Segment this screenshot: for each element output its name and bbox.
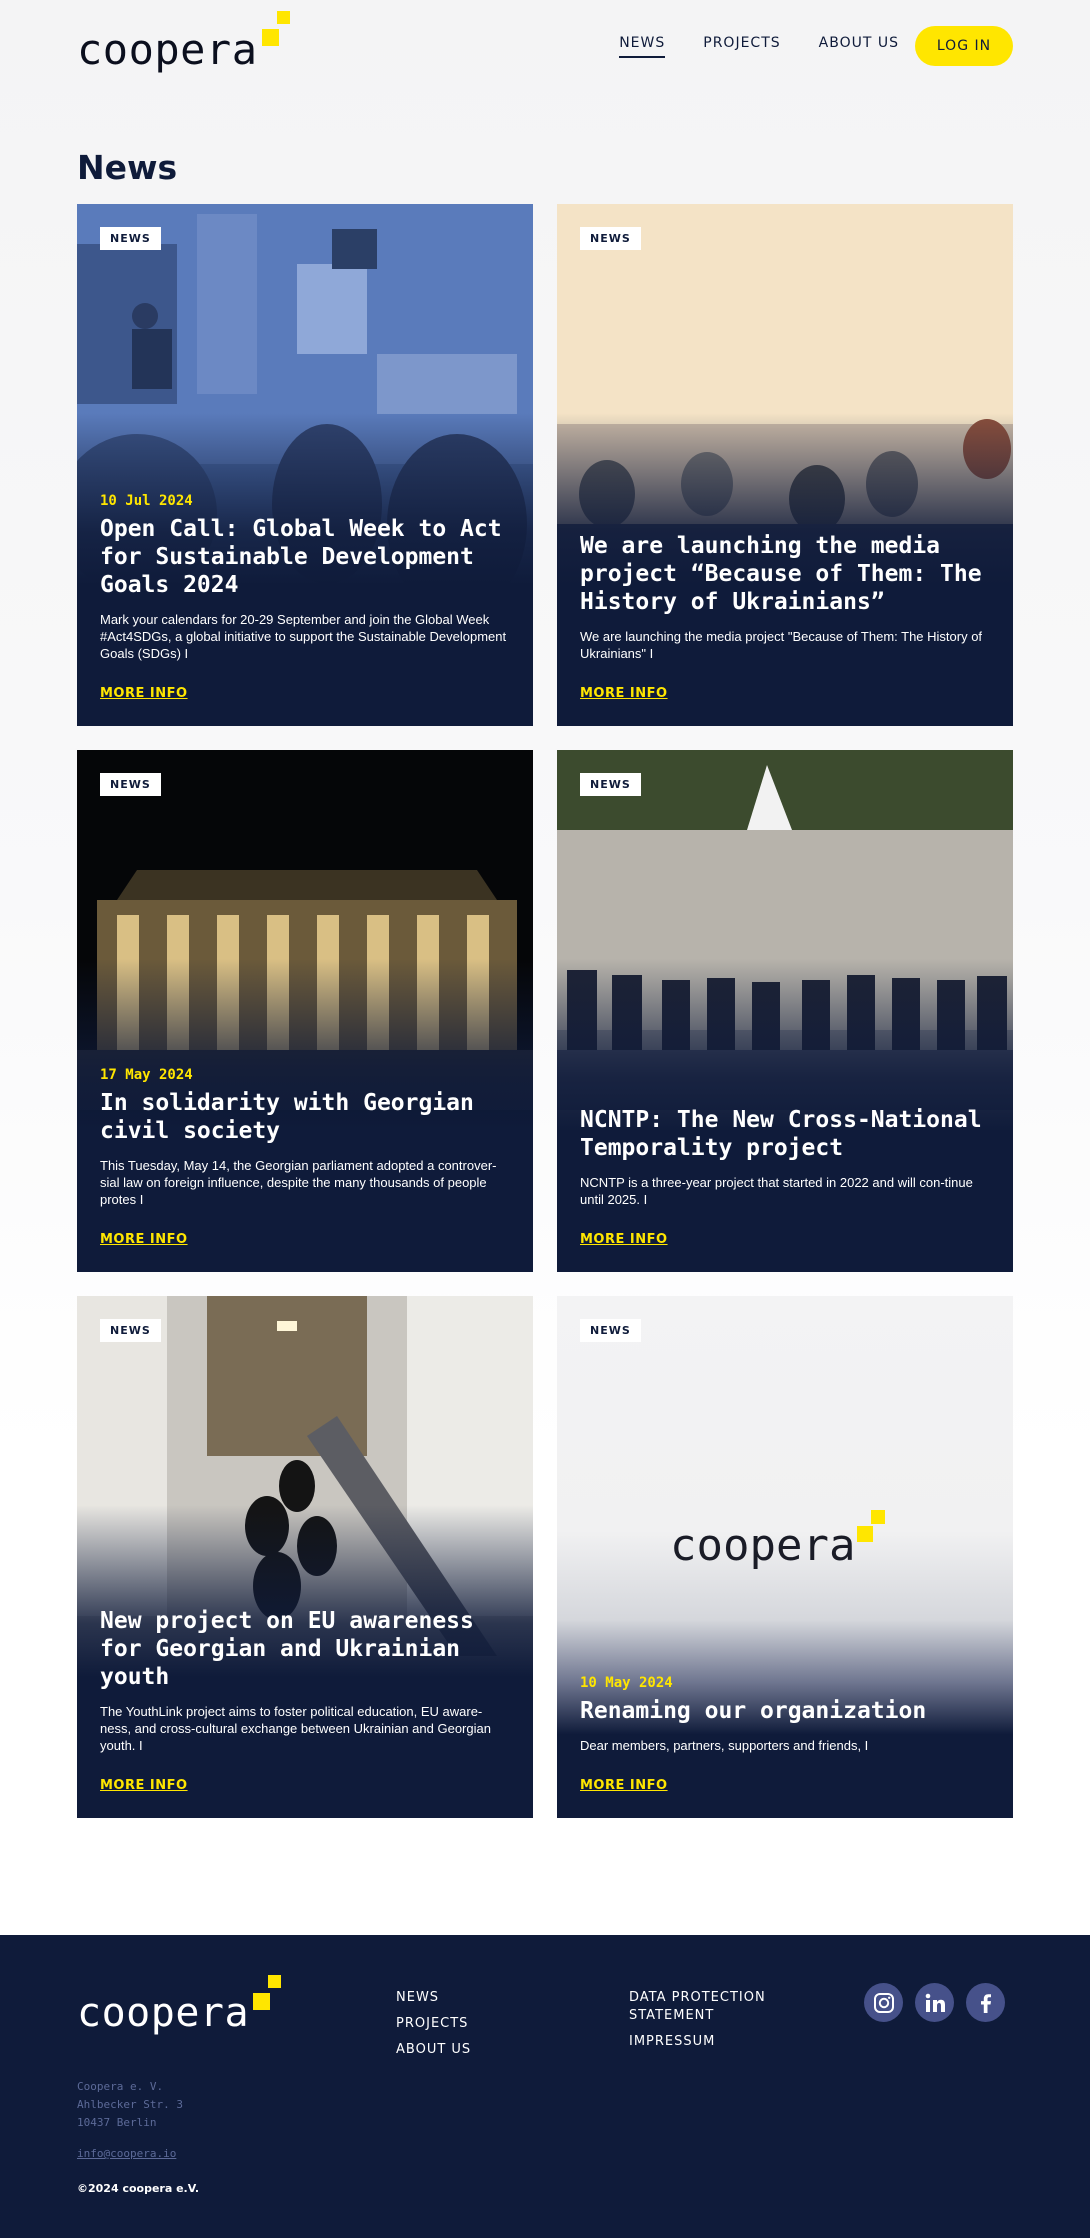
card-excerpt: This Tuesday, May 14, the Georgian parli… xyxy=(100,1158,497,1207)
more-info-link[interactable]: MORE INFO xyxy=(100,686,188,701)
card-excerpt: We are launching the media project "Beca… xyxy=(580,629,983,661)
card-body: We are launching the media project “Beca… xyxy=(580,532,990,702)
image-logo-mark-icon xyxy=(857,1510,891,1558)
news-card[interactable]: NEWS 10 Jul 2024 Open Call: Global Week … xyxy=(77,204,533,726)
card-title: New project on EU awareness for Georgian… xyxy=(100,1608,474,1690)
site-header: coopera NEWS PROJECTS ABOUT US LOG IN xyxy=(77,0,1013,92)
card-body: 10 May 2024 Renaming our organization De… xyxy=(580,1675,990,1794)
news-badge: NEWS xyxy=(100,227,161,250)
site-footer: coopera NEWS PROJECTS ABOUT US DATA PROT… xyxy=(0,1935,1090,2238)
address-line: Ahlbecker Str. 3 xyxy=(77,2098,183,2111)
page-title: News xyxy=(77,148,178,187)
footer-email-link[interactable]: info@coopera.io xyxy=(77,2147,176,2160)
news-card[interactable]: NEWS We are launching the media project … xyxy=(557,204,1013,726)
card-date: 10 Jul 2024 xyxy=(100,493,193,509)
footer-logo[interactable]: coopera xyxy=(77,1975,287,2036)
card-title: We are launching the media project “Beca… xyxy=(580,533,982,615)
more-info-link[interactable]: MORE INFO xyxy=(580,686,668,701)
card-excerpt: The YouthLink project aims to foster pol… xyxy=(100,1704,491,1753)
image-logo-wordmark: coopera xyxy=(670,1520,856,1571)
linkedin-icon[interactable] xyxy=(915,1983,954,2022)
card-title: NCNTP: The New Cross-National Temporalit… xyxy=(580,1107,982,1161)
card-date: 10 May 2024 xyxy=(580,1675,673,1691)
address-line: Coopera e. V. xyxy=(77,2080,164,2093)
card-date: 17 May 2024 xyxy=(100,1067,193,1083)
footer-copyright: ©2024 coopera e.V. xyxy=(77,2182,200,2195)
card-excerpt: NCNTP is a three-year project that start… xyxy=(580,1175,973,1207)
instagram-icon[interactable] xyxy=(864,1983,903,2022)
footer-link-about-us[interactable]: ABOUT US xyxy=(396,2041,471,2059)
footer-logo-mark-icon xyxy=(253,1975,287,2015)
social-links xyxy=(864,1983,1005,2022)
footer-link-data-protection[interactable]: DATA PROTECTION STATEMENT xyxy=(629,1989,789,2025)
facebook-icon[interactable] xyxy=(966,1983,1005,2022)
more-info-link[interactable]: MORE INFO xyxy=(580,1232,668,1247)
card-excerpt: Dear members, partners, supporters and f… xyxy=(580,1738,869,1753)
news-card[interactable]: NEWS 17 May 2024 In solidarity with Geor… xyxy=(77,750,533,1272)
card-body: 10 Jul 2024 Open Call: Global Week to Ac… xyxy=(100,493,510,702)
news-badge: NEWS xyxy=(100,1319,161,1342)
footer-address: Coopera e. V. Ahlbecker Str. 3 10437 Ber… xyxy=(77,2078,183,2132)
main-nav: NEWS PROJECTS ABOUT US LOG IN xyxy=(619,26,1013,66)
nav-news[interactable]: NEWS xyxy=(619,35,666,58)
news-card[interactable]: NEWS NCNTP: The New Cross-National Tempo… xyxy=(557,750,1013,1272)
card-body: New project on EU awareness for Georgian… xyxy=(100,1607,510,1794)
card-body: NCNTP: The New Cross-National Temporalit… xyxy=(580,1106,990,1248)
nav-about-us[interactable]: ABOUT US xyxy=(819,35,899,58)
card-title: Open Call: Global Week to Act for Sustai… xyxy=(100,516,502,598)
card-title: Renaming our organization xyxy=(580,1698,927,1724)
news-card[interactable]: coopera NEWS 10 May 2024 Renaming our or… xyxy=(557,1296,1013,1818)
address-line: 10437 Berlin xyxy=(77,2116,157,2129)
news-grid: NEWS 10 Jul 2024 Open Call: Global Week … xyxy=(77,204,1013,1818)
more-info-link[interactable]: MORE INFO xyxy=(100,1232,188,1247)
footer-logo-wordmark: coopera xyxy=(77,1990,250,2036)
footer-legal: DATA PROTECTION STATEMENT IMPRESSUM xyxy=(629,1989,789,2051)
card-title: In solidarity with Georgian civil societ… xyxy=(100,1090,474,1144)
news-badge: NEWS xyxy=(580,1319,641,1342)
footer-link-impressum[interactable]: IMPRESSUM xyxy=(629,2033,789,2051)
nav-projects[interactable]: PROJECTS xyxy=(703,35,780,58)
logo-wordmark: coopera xyxy=(77,25,258,74)
news-badge: NEWS xyxy=(580,773,641,796)
footer-nav: NEWS PROJECTS ABOUT US xyxy=(396,1989,471,2059)
login-button[interactable]: LOG IN xyxy=(915,26,1013,66)
logo-mark-icon xyxy=(261,11,296,51)
site-logo[interactable]: coopera xyxy=(77,11,296,74)
more-info-link[interactable]: MORE INFO xyxy=(580,1778,668,1793)
card-excerpt: Mark your calendars for 20-29 September … xyxy=(100,612,507,661)
more-info-link[interactable]: MORE INFO xyxy=(100,1778,188,1793)
footer-link-news[interactable]: NEWS xyxy=(396,1989,471,2007)
news-badge: NEWS xyxy=(580,227,641,250)
card-body: 17 May 2024 In solidarity with Georgian … xyxy=(100,1067,510,1248)
news-badge: NEWS xyxy=(100,773,161,796)
news-card[interactable]: NEWS New project on EU awareness for Geo… xyxy=(77,1296,533,1818)
footer-link-projects[interactable]: PROJECTS xyxy=(396,2015,471,2033)
